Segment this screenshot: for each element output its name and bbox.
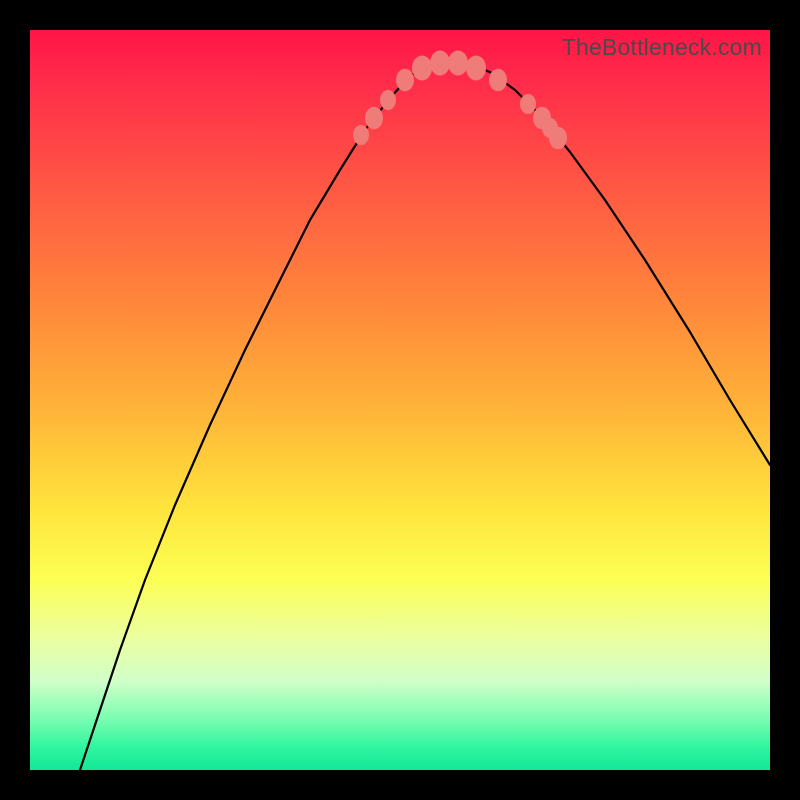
curve-marker (365, 107, 383, 130)
curve-marker (448, 51, 468, 76)
curve-marker (396, 69, 414, 92)
chart-frame: TheBottleneck.com (0, 0, 800, 800)
bottleneck-curve (80, 62, 770, 770)
curve-svg (30, 30, 770, 770)
curve-marker (380, 90, 396, 110)
plot-area: TheBottleneck.com (30, 30, 770, 770)
curve-marker (466, 56, 486, 81)
curve-marker (489, 69, 507, 92)
curve-marker (412, 56, 432, 81)
curve-marker (353, 125, 369, 145)
curve-marker (520, 94, 536, 114)
curve-marker (549, 127, 567, 150)
curve-marker (430, 51, 450, 76)
curve-markers (353, 51, 567, 150)
